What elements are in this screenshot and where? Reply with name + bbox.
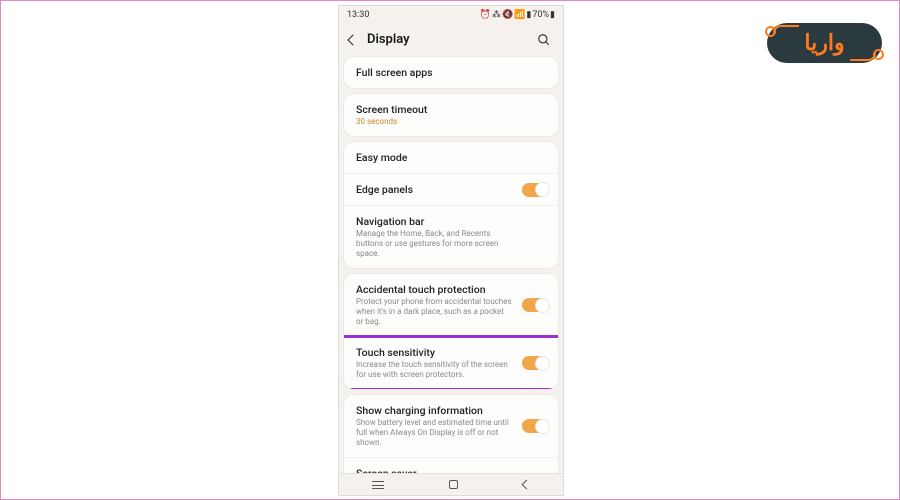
battery-text: 70% xyxy=(532,10,549,20)
settings-row[interactable]: Show charging informationShow battery le… xyxy=(344,395,558,457)
row-subtitle: Manage the Home, Back, and Recents butto… xyxy=(356,229,546,259)
row-subtitle: Show battery level and estimated time un… xyxy=(356,418,546,448)
row-title: Navigation bar xyxy=(356,215,546,228)
toggle-knob xyxy=(536,357,549,370)
recents-button[interactable] xyxy=(372,481,384,489)
settings-row[interactable]: Accidental touch protectionProtect your … xyxy=(344,274,558,336)
brand-logo: واریا xyxy=(767,23,882,63)
toggle-knob xyxy=(536,420,549,433)
signal-icon: ▮ xyxy=(526,10,531,20)
row-title: Full screen apps xyxy=(356,66,546,79)
toggle-knob xyxy=(536,183,549,196)
toggle-switch[interactable] xyxy=(522,183,548,197)
mute-icon: 🔇 xyxy=(502,10,513,20)
status-icons: ⏰ ⁂ 🔇 📶 ▮ 70% ▮ xyxy=(480,10,555,20)
toggle-knob xyxy=(536,299,549,312)
settings-row[interactable]: Full screen apps xyxy=(344,57,558,88)
alarm-icon: ⏰ xyxy=(480,10,491,20)
row-title: Accidental touch protection xyxy=(356,283,546,296)
toggle-switch[interactable] xyxy=(522,419,548,433)
settings-row[interactable]: Navigation barManage the Home, Back, and… xyxy=(344,205,558,268)
toggle-switch[interactable] xyxy=(522,356,548,370)
settings-group: Accidental touch protectionProtect your … xyxy=(344,274,558,389)
status-bar: 13:30 ⏰ ⁂ 🔇 📶 ▮ 70% ▮ xyxy=(339,6,563,24)
row-title: Screen timeout xyxy=(356,103,546,116)
phone-frame: 13:30 ⏰ ⁂ 🔇 📶 ▮ 70% ▮ Display Full scree… xyxy=(338,5,564,496)
screen-header: Display xyxy=(339,24,563,57)
row-title: Show charging information xyxy=(356,404,546,417)
settings-row[interactable]: Touch sensitivityIncrease the touch sens… xyxy=(344,336,558,389)
row-subtitle: Protect your phone from accidental touch… xyxy=(356,297,546,327)
settings-row[interactable]: Edge panels xyxy=(344,173,558,205)
settings-row[interactable]: Easy mode xyxy=(344,142,558,173)
home-button[interactable] xyxy=(449,480,458,489)
row-title: Touch sensitivity xyxy=(356,346,546,359)
settings-group: Easy mode Edge panels Navigation barManage… xyxy=(344,142,558,268)
settings-group: Screen timeout30 seconds xyxy=(344,94,558,136)
search-icon[interactable] xyxy=(537,33,551,47)
settings-row[interactable]: Screen timeout30 seconds xyxy=(344,94,558,136)
battery-icon: ▮ xyxy=(550,10,555,20)
bluetooth-icon: ⁂ xyxy=(492,10,501,20)
row-title: Edge panels xyxy=(356,183,546,196)
settings-list: Full screen apps Screen timeout30 seconds… xyxy=(339,57,563,493)
row-subtitle: 30 seconds xyxy=(356,117,546,127)
status-time: 13:30 xyxy=(347,10,369,20)
toggle-switch[interactable] xyxy=(522,298,548,312)
back-icon[interactable] xyxy=(347,34,358,45)
row-title: Easy mode xyxy=(356,151,546,164)
nav-back-button[interactable] xyxy=(522,480,532,490)
android-navbar xyxy=(339,473,563,495)
wifi-icon: 📶 xyxy=(514,10,525,20)
settings-group: Full screen apps xyxy=(344,57,558,88)
row-subtitle: Increase the touch sensitivity of the sc… xyxy=(356,360,546,380)
page-title: Display xyxy=(367,32,410,47)
